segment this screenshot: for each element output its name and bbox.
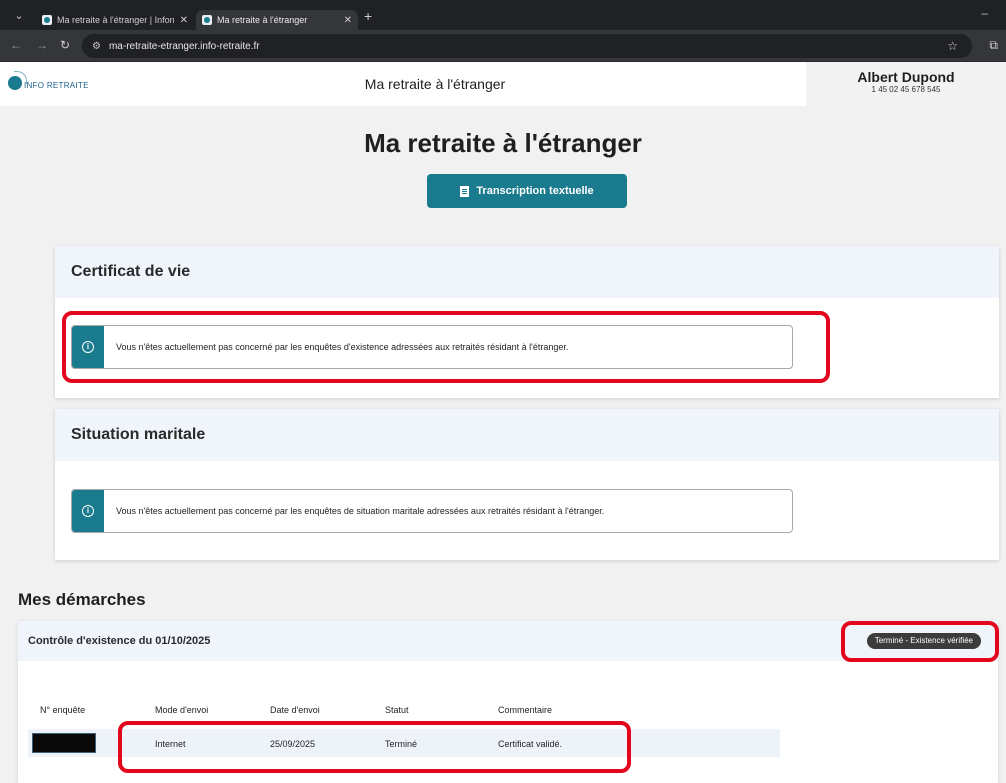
col-header-mode: Mode d'envoi (155, 705, 209, 715)
favicon-icon (42, 15, 52, 25)
header-title: Ma retraite à l'étranger (364, 76, 506, 92)
url-text: ma-retraite-etranger.info-retraite.fr (108, 40, 260, 52)
browser-tab-bar: ⌄ Ma retraite à l'étranger | Inform ✕ Ma… (0, 0, 1006, 30)
address-bar[interactable]: ⚙ ma-retraite-etranger.info-retraite.fr … (82, 34, 972, 58)
favicon-icon (202, 15, 212, 25)
page-title: Ma retraite à l'étranger (364, 128, 642, 158)
browser-tab-1[interactable]: Ma retraite à l'étranger | Inform ✕ (36, 10, 194, 30)
minimize-icon[interactable]: – (981, 6, 988, 20)
highlight-certificat-notice (62, 311, 830, 383)
tab-title: Ma retraite à l'étranger (217, 15, 308, 25)
close-icon[interactable]: ✕ (344, 15, 352, 26)
redacted-numero (32, 733, 96, 753)
back-icon[interactable]: ← (10, 38, 22, 52)
col-header-commentaire: Commentaire (498, 705, 553, 715)
col-header-statut: Statut (385, 705, 409, 715)
bookmark-star-icon[interactable]: ☆ (947, 39, 958, 53)
maritale-notice-text: Vous n'êtes actuellement pas concerné pa… (116, 506, 605, 516)
info-icon: i (82, 505, 94, 517)
demarches-section-title: Mes démarches (18, 590, 146, 609)
user-phone: 1 45 02 45 678 545 (871, 85, 941, 94)
maritale-notice: i Vous n'êtes actuellement pas concerné … (71, 489, 793, 533)
maritale-card: Situation maritale i Vous n'êtes actuell… (55, 409, 999, 560)
highlight-status-badge (841, 621, 999, 662)
notice-bar: i (72, 490, 104, 532)
reload-icon[interactable]: ↻ (60, 38, 70, 52)
certificat-title: Certificat de vie (55, 246, 999, 298)
forward-icon[interactable]: → (36, 38, 48, 52)
transcription-button[interactable]: Transcription textuelle (427, 174, 627, 208)
close-icon[interactable]: ✕ (180, 15, 188, 26)
document-icon (460, 185, 470, 197)
extensions-icon[interactable]: ⧉ (989, 38, 998, 53)
col-header-numero: N° enquête (40, 705, 86, 715)
tab-title: Ma retraite à l'étranger | Inform (57, 15, 174, 25)
browser-tab-2-active[interactable]: Ma retraite à l'étranger ✕ (196, 10, 358, 30)
tab-search-icon[interactable]: ⌄ (12, 9, 26, 23)
col-header-date: Date d'envoi (270, 705, 320, 715)
maritale-title: Situation maritale (55, 409, 999, 461)
new-tab-icon[interactable]: + (364, 9, 372, 23)
user-name: Albert Dupond (857, 69, 955, 85)
transcription-button-label: Transcription textuelle (476, 185, 594, 197)
browser-toolbar: ← → ↻ ⚙ ma-retraite-etranger.info-retrai… (0, 30, 1006, 62)
highlight-table-row (118, 721, 631, 773)
user-box[interactable]: Albert Dupond 1 45 02 45 678 545 (806, 62, 1006, 106)
site-header: INFO RETRAITE Ma retraite à l'étranger A… (0, 62, 1006, 106)
site-settings-icon[interactable]: ⚙ (92, 41, 101, 52)
